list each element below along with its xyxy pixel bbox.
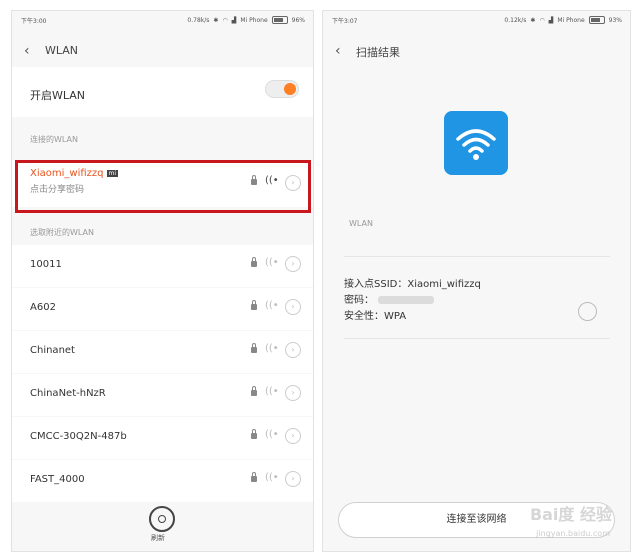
network-details-icon[interactable]: › — [285, 471, 301, 487]
toggle-knob — [284, 83, 296, 95]
network-details-icon[interactable]: › — [285, 299, 301, 315]
network-name: A602 — [30, 302, 56, 313]
status-time: 下午3:07 — [332, 18, 358, 25]
network-speed: 0.12k/s — [504, 16, 527, 24]
wifi-icon: ((• — [265, 343, 279, 354]
wifi-status-icon: ◠ — [222, 16, 228, 24]
ssid-line: 接入点SSID：Xiaomi_wifizzq — [344, 279, 481, 290]
battery-level: 96% — [291, 16, 305, 24]
network-name: ChinaNet-hNzR — [30, 388, 106, 399]
refresh-label: 刷新 — [151, 534, 165, 542]
refresh-icon[interactable] — [149, 506, 175, 532]
right-screen: 下午3:07 0.12k/s ✱ ◠ ▟ Mi Phone 93% ‹ 扫描结果… — [322, 10, 631, 552]
battery-icon — [271, 16, 288, 24]
security-line: 安全性：WPA — [344, 311, 407, 322]
signal-icon: ▟ — [548, 16, 554, 24]
carrier-name: Mi Phone — [557, 16, 585, 24]
wifi-icon: ((• — [265, 257, 279, 268]
nearby-section-header: 选取附近的WLAN — [30, 228, 95, 237]
bluetooth-icon: ✱ — [213, 16, 219, 24]
back-arrow-icon[interactable]: ‹ — [335, 43, 341, 59]
wifi-icon: ((• — [265, 429, 279, 440]
bluetooth-icon: ✱ — [530, 16, 536, 24]
divider — [344, 256, 610, 257]
network-details-icon[interactable]: › — [285, 342, 301, 358]
blurred-password — [378, 296, 434, 304]
network-name: 10011 — [30, 259, 62, 270]
network-details-icon[interactable]: › — [285, 256, 301, 272]
wifi-icon — [456, 129, 496, 160]
wlan-toggle-switch[interactable] — [265, 80, 299, 98]
wlan-section-label: WLAN — [349, 219, 374, 228]
lock-icon — [251, 300, 257, 310]
connected-section-header: 连接的WLAN — [30, 135, 79, 144]
network-row[interactable]: ChinaNet-hNzR ((• › — [12, 374, 313, 416]
password-line: 密码： — [344, 291, 434, 306]
network-row[interactable]: FAST_4000 ((• › — [12, 460, 313, 502]
divider — [344, 338, 610, 339]
status-time: 下午3:00 — [21, 18, 47, 25]
network-details-icon[interactable]: › — [285, 428, 301, 444]
network-row[interactable]: 10011 ((• › — [12, 245, 313, 287]
wifi-icon: ((• — [265, 386, 279, 397]
lock-icon — [251, 429, 257, 439]
watermark-url: jingyan.baidu.com — [536, 529, 610, 538]
carrier-name: Mi Phone — [240, 16, 268, 24]
network-name: CMCC-30Q2N-487b — [30, 431, 127, 442]
page-title: WLAN — [45, 44, 79, 57]
network-speed: 0.78k/s — [187, 16, 210, 24]
title-bar: ‹ WLAN — [12, 37, 313, 67]
lock-icon — [251, 257, 257, 267]
network-name: Chinanet — [30, 345, 75, 356]
title-bar: ‹ 扫描结果 — [323, 37, 630, 67]
radio-button[interactable] — [578, 302, 597, 321]
baidu-watermark: Bai度 经验 — [529, 505, 612, 524]
left-screen: 下午3:00 0.78k/s ✱ ◠ ▟ Mi Phone 96% ‹ WLAN… — [11, 10, 314, 552]
wifi-icon: ((• — [265, 300, 279, 311]
wifi-status-icon: ◠ — [539, 16, 545, 24]
network-row[interactable]: Chinanet ((• › — [12, 331, 313, 373]
highlight-box — [15, 160, 311, 213]
signal-icon: ▟ — [231, 16, 237, 24]
wifi-icon: ((• — [265, 472, 279, 483]
network-row[interactable]: A602 ((• › — [12, 288, 313, 330]
lock-icon — [251, 386, 257, 396]
lock-icon — [251, 472, 257, 482]
status-bar: 下午3:07 0.12k/s ✱ ◠ ▟ Mi Phone 93% — [323, 11, 630, 29]
battery-level: 93% — [608, 16, 622, 24]
wifi-app-icon — [444, 111, 508, 175]
wlan-toggle-label: 开启WLAN — [30, 89, 86, 102]
lock-icon — [251, 343, 257, 353]
network-row[interactable]: CMCC-30Q2N-487b ((• › — [12, 417, 313, 459]
back-arrow-icon[interactable]: ‹ — [24, 43, 30, 59]
status-bar: 下午3:00 0.78k/s ✱ ◠ ▟ Mi Phone 96% — [12, 11, 313, 29]
battery-icon — [588, 16, 605, 24]
network-details-icon[interactable]: › — [285, 385, 301, 401]
page-title: 扫描结果 — [356, 46, 400, 59]
password-label: 密码： — [344, 295, 374, 306]
network-name: FAST_4000 — [30, 474, 85, 485]
